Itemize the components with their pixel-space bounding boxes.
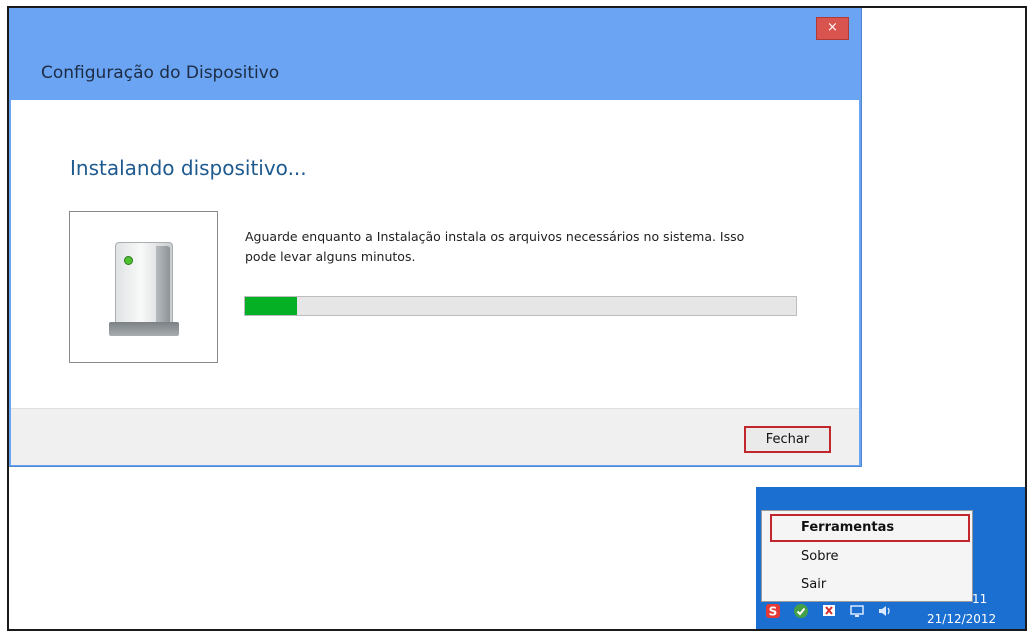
menu-item-sair[interactable]: Sair xyxy=(801,577,826,592)
flag-error-icon[interactable] xyxy=(820,602,838,620)
dialog-body: Instalando dispositivo... Aguarde enquan… xyxy=(11,100,859,456)
installing-heading: Instalando dispositivo... xyxy=(70,156,307,180)
install-description: Aguarde enquanto a Instalação instala os… xyxy=(245,227,815,267)
system-tray: S xyxy=(764,600,894,622)
clock-date[interactable]: 21/12/2012 xyxy=(927,612,996,626)
dialog-title: Configuração do Dispositivo xyxy=(41,63,280,83)
svg-text:S: S xyxy=(769,605,778,619)
device-image-frame xyxy=(69,211,218,363)
description-line-2: pode levar alguns minutos. xyxy=(245,249,416,264)
close-window-button[interactable]: × xyxy=(816,17,849,40)
dialog-footer: Fechar xyxy=(11,408,859,465)
shield-check-icon[interactable] xyxy=(792,602,810,620)
menu-item-ferramentas[interactable]: Ferramentas xyxy=(801,520,894,535)
menu-item-sobre[interactable]: Sobre xyxy=(801,549,839,564)
install-progress-bar xyxy=(244,296,797,316)
description-line-1: Aguarde enquanto a Instalação instala os… xyxy=(245,229,745,244)
fechar-button[interactable]: Fechar xyxy=(744,426,831,453)
speaker-icon[interactable] xyxy=(876,602,894,620)
s-app-icon[interactable]: S xyxy=(764,602,782,620)
clock-time: 11 xyxy=(972,592,988,606)
device-setup-dialog: × Configuração do Dispositivo Instalando… xyxy=(9,8,862,467)
close-icon: × xyxy=(827,20,838,35)
tray-context-menu: Ferramentas Sobre Sair xyxy=(761,510,973,602)
network-icon[interactable] xyxy=(848,602,866,620)
progress-fill xyxy=(245,297,298,315)
